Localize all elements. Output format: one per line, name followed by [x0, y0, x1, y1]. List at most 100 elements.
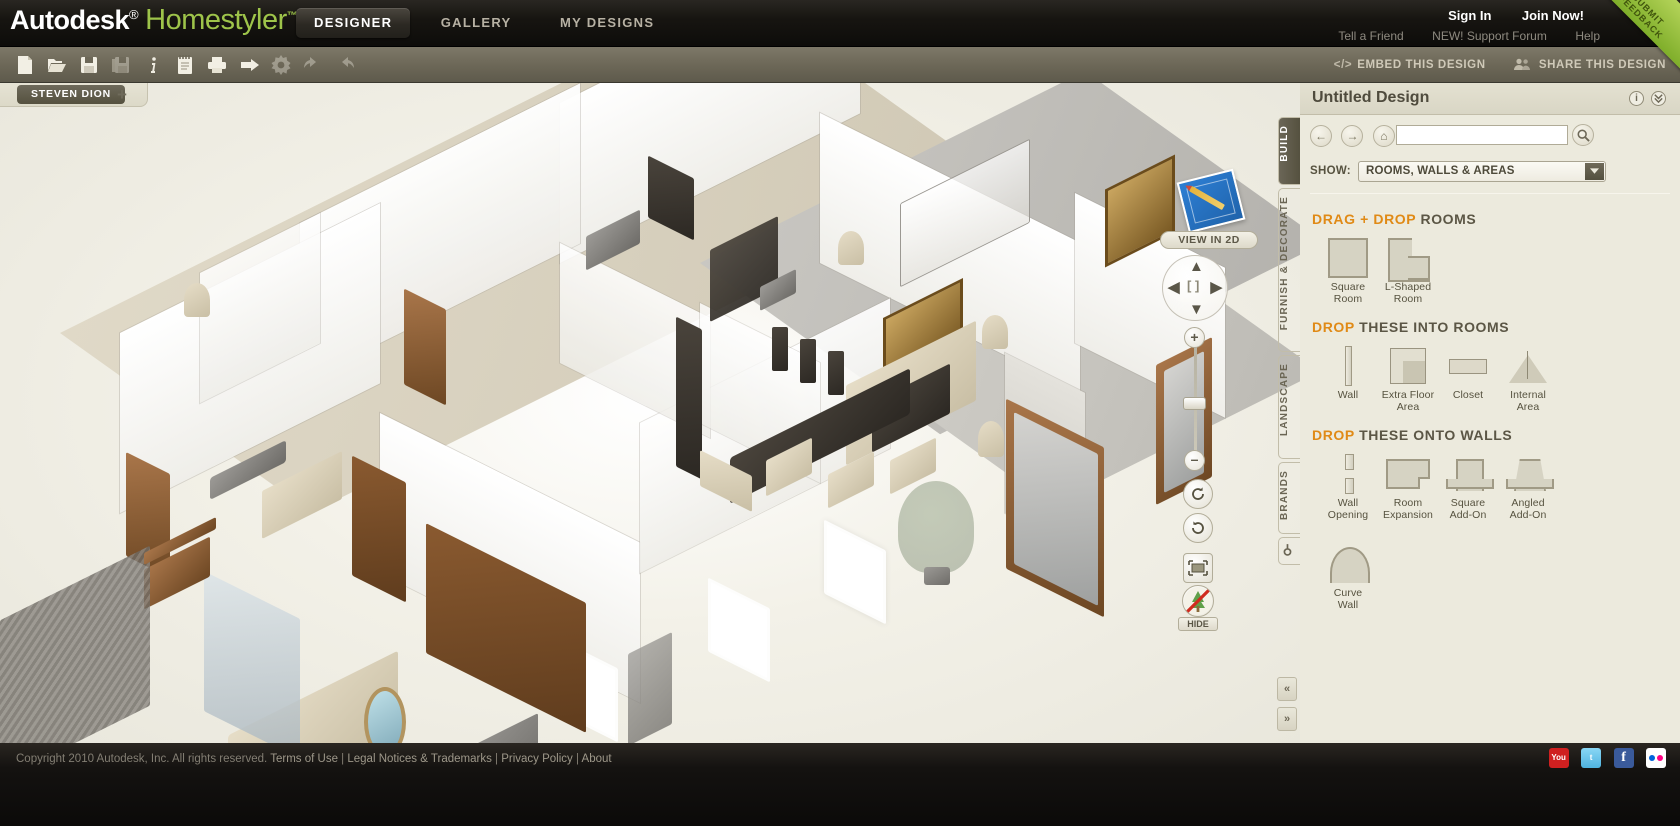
tab-furnish-decorate[interactable]: FURNISH & DECORATE: [1278, 188, 1300, 352]
redo-icon[interactable]: [332, 52, 358, 78]
pan-dpad[interactable]: ▲ ▼ ◀ ▶ [ ]: [1162, 255, 1228, 321]
rotate-right-button[interactable]: [1183, 513, 1213, 543]
section-header-rooms: DRAG + DROP ROOMS: [1312, 211, 1476, 227]
design-canvas-3d[interactable]: VIEW IN 2D ▲ ▼ ◀ ▶ [ ] + – HIDE: [0, 83, 1300, 743]
palette-item-square-room[interactable]: Square Room: [1318, 235, 1378, 305]
tab-designer[interactable]: DESIGNER: [296, 8, 411, 38]
open-folder-icon[interactable]: [44, 52, 70, 78]
palette-label: Angled Add-On: [1509, 497, 1547, 521]
save-as-icon[interactable]: [108, 52, 134, 78]
zoom-slider[interactable]: + –: [1183, 327, 1206, 471]
decor-mirror: [364, 687, 406, 743]
palette-label: Wall Opening: [1327, 497, 1369, 521]
twitter-icon[interactable]: t: [1581, 748, 1602, 768]
pan-center-button[interactable]: [ ]: [1187, 278, 1199, 293]
fit-to-screen-button[interactable]: [1183, 553, 1213, 583]
flickr-icon[interactable]: [1646, 748, 1666, 768]
youtube-icon[interactable]: You: [1548, 748, 1569, 768]
tell-a-friend-link[interactable]: Tell a Friend: [1338, 29, 1403, 43]
notes-icon[interactable]: [172, 52, 198, 78]
legal-notices-link[interactable]: Legal Notices & Trademarks: [347, 753, 491, 765]
back-arrow-icon[interactable]: ←: [1310, 125, 1332, 147]
palette-label: Room Expansion: [1383, 497, 1433, 521]
brand-registered: ®: [129, 7, 139, 22]
tab-landscape[interactable]: LANDSCAPE: [1278, 355, 1300, 459]
privacy-policy-link[interactable]: Privacy Policy: [501, 753, 573, 765]
terms-of-use-link[interactable]: Terms of Use: [270, 753, 338, 765]
decor-sconce-1: [838, 231, 864, 265]
palette-label: Square Room: [1330, 281, 1366, 305]
tab-search[interactable]: ⚲: [1278, 537, 1300, 565]
palette-item-angled-add-on[interactable]: Angled Add-On: [1498, 451, 1558, 521]
new-file-icon[interactable]: [12, 52, 38, 78]
zoom-in-button[interactable]: +: [1184, 327, 1205, 348]
undo-icon[interactable]: [300, 52, 326, 78]
zoom-out-button[interactable]: –: [1184, 450, 1205, 471]
view-in-2d-button[interactable]: VIEW IN 2D: [1160, 231, 1258, 249]
search-input[interactable]: [1397, 127, 1567, 145]
tab-build[interactable]: BUILD: [1278, 117, 1300, 185]
furniture-bar-stool: [772, 327, 788, 371]
palette-item-room-expansion[interactable]: Room Expansion: [1378, 451, 1438, 521]
pan-right-button[interactable]: ▶: [1210, 278, 1222, 296]
tab-brands[interactable]: BRANDS: [1278, 462, 1300, 534]
home-icon[interactable]: ⌂: [1372, 125, 1395, 147]
social-links: You t f: [1541, 748, 1666, 768]
tab-gallery[interactable]: GALLERY: [423, 8, 530, 38]
palette-item-extra-floor-area[interactable]: Extra Floor Area: [1378, 343, 1438, 413]
save-icon[interactable]: [76, 52, 102, 78]
hide-toggle-button[interactable]: [1182, 585, 1214, 617]
view-in-2d-icon[interactable]: [1176, 168, 1248, 235]
section-header-rooms-rest: ROOMS: [1420, 211, 1477, 227]
embed-label: EMBED THIS DESIGN: [1357, 58, 1486, 71]
palette-into-rooms: Wall Extra Floor Area Closet Internal Area: [1312, 343, 1672, 413]
panel-divider-1: [1310, 193, 1670, 194]
add-tab-button[interactable]: +: [117, 86, 127, 103]
pan-down-button[interactable]: ▼: [1189, 301, 1204, 318]
user-tab-steven-dion[interactable]: STEVEN DION: [17, 85, 125, 104]
support-forum-link[interactable]: NEW! Support Forum: [1432, 29, 1547, 43]
panel-collapse-icon[interactable]: [1651, 91, 1666, 106]
palette-item-closet[interactable]: Closet: [1438, 343, 1498, 401]
search-submit-button[interactable]: [1572, 124, 1594, 146]
about-link[interactable]: About: [582, 753, 612, 765]
embed-this-design-button[interactable]: </> EMBED THIS DESIGN: [1334, 59, 1486, 71]
rotate-left-button[interactable]: [1183, 479, 1213, 509]
show-filter-dropdown[interactable]: ROOMS, WALLS & AREAS: [1358, 161, 1606, 182]
internal-area-icon: [1498, 343, 1558, 389]
palette-label: Extra Floor Area: [1381, 389, 1435, 413]
collapse-panel-button[interactable]: «: [1277, 677, 1297, 701]
pan-left-button[interactable]: ◀: [1168, 278, 1180, 296]
settings-gear-icon[interactable]: [268, 52, 294, 78]
palette-item-internal-area[interactable]: Internal Area: [1498, 343, 1558, 413]
palette-item-square-add-on[interactable]: Square Add-On: [1438, 451, 1498, 521]
chevron-down-icon[interactable]: [1585, 163, 1604, 180]
closet-icon: [1438, 343, 1498, 389]
forward-arrow-icon[interactable]: →: [1341, 125, 1364, 147]
pan-up-button[interactable]: ▲: [1189, 258, 1204, 275]
palette-item-wall-opening[interactable]: Wall Opening: [1318, 451, 1378, 521]
help-link[interactable]: Help: [1575, 29, 1600, 43]
palette-item-l-shaped-room[interactable]: L-Shaped Room: [1378, 235, 1438, 305]
design-info-icon[interactable]: i: [1629, 91, 1644, 106]
palette-item-curve-wall[interactable]: Curve Wall: [1318, 541, 1378, 611]
palette-rooms: Square Room L-Shaped Room: [1312, 235, 1672, 305]
sign-in-link[interactable]: Sign In: [1448, 8, 1491, 23]
sep1: |: [337, 753, 348, 765]
zoom-slider-handle[interactable]: [1183, 397, 1206, 410]
section-header-onto-walls: DROP THESE ONTO WALLS: [1312, 427, 1512, 443]
share-this-design-button[interactable]: SHARE THIS DESIGN: [1514, 58, 1666, 71]
isometric-floorplan-render: [0, 83, 1300, 743]
palette-item-wall[interactable]: Wall: [1318, 343, 1378, 401]
export-icon[interactable]: [237, 52, 263, 78]
tab-my-designs[interactable]: MY DESIGNS: [542, 8, 672, 38]
join-now-link[interactable]: Join Now!: [1522, 8, 1584, 23]
info-icon[interactable]: [141, 52, 167, 78]
hide-label: HIDE: [1178, 617, 1218, 631]
brand-logo[interactable]: Autodesk® Homestyler™BETA: [10, 4, 332, 37]
panel-search-field[interactable]: [1396, 125, 1568, 145]
facebook-icon[interactable]: f: [1613, 748, 1634, 768]
main-nav-tabs: DESIGNER GALLERY MY DESIGNS: [296, 8, 680, 40]
print-icon[interactable]: [204, 52, 230, 78]
expand-panel-button[interactable]: »: [1277, 707, 1297, 731]
